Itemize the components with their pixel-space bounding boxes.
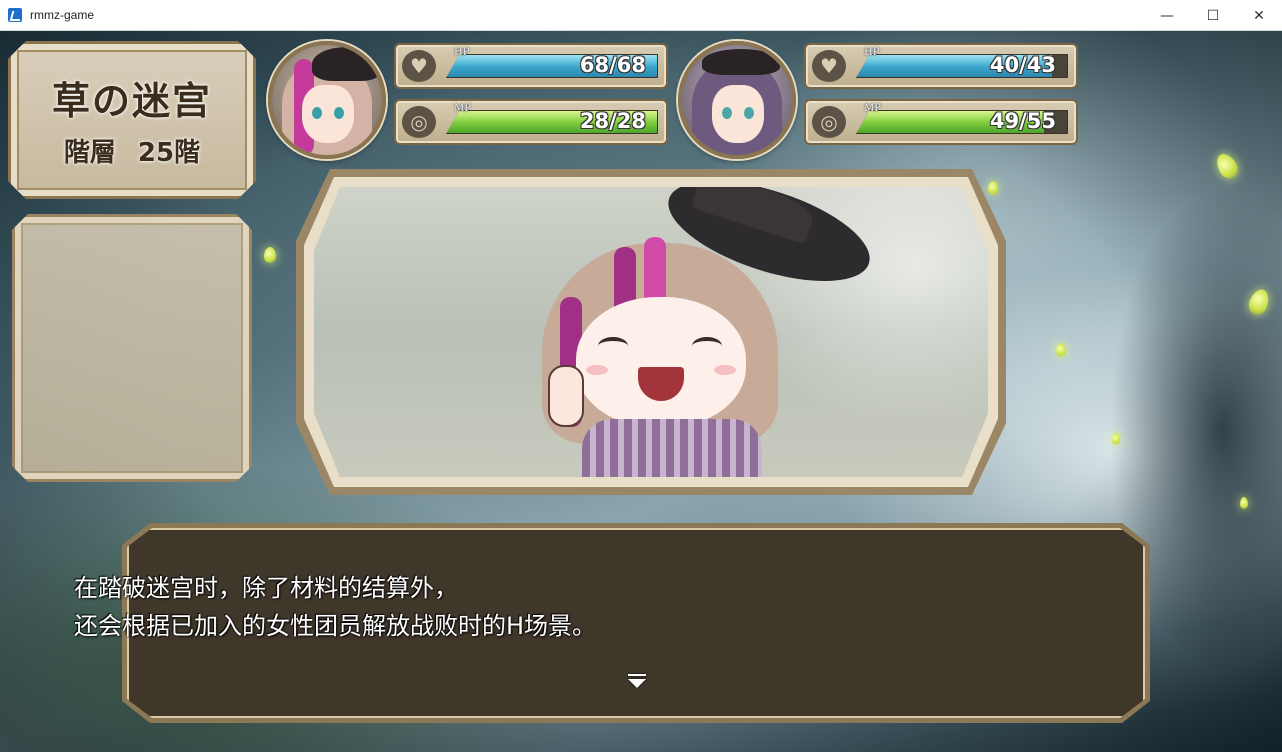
chibi-blush: [586, 365, 608, 375]
portrait-eye: [312, 107, 322, 119]
chibi-thumbs-up: [548, 365, 584, 427]
party-member-2-portrait: [678, 41, 796, 159]
spiral-icon: ◎: [812, 106, 846, 138]
portrait-face: [712, 85, 764, 143]
event-picture: [314, 187, 988, 477]
mp-label: MP: [864, 103, 881, 114]
heart-icon: ♥: [402, 50, 436, 82]
floor-label: 階層: [63, 138, 116, 168]
game-viewport[interactable]: 草の迷宫 階層 25階 ♥ HP 68/68 ◎ MP 28/28 ♥ HP 4…: [0, 31, 1282, 752]
side-info-panel: [12, 214, 252, 482]
portrait-hat: [312, 47, 382, 81]
chibi-eye: [598, 337, 628, 355]
portrait-eye: [744, 107, 754, 119]
window-title: rmmz-game: [30, 8, 95, 22]
floating-leaf: [1240, 497, 1248, 509]
floor-indicator: 階層 25階: [11, 132, 253, 169]
heart-icon: ♥: [812, 50, 846, 82]
mp-value: 49/55: [989, 109, 1056, 133]
hp-label: HP: [864, 47, 880, 58]
mp-label: MP: [454, 103, 471, 114]
portrait-eye: [334, 107, 344, 119]
chibi-eye: [692, 337, 722, 355]
party-member-1-portrait: [268, 41, 386, 159]
maximize-button[interactable]: ☐: [1190, 0, 1236, 31]
hp-label: HP: [454, 47, 470, 58]
floor-value: 25階: [137, 138, 201, 168]
event-picture-frame: [296, 169, 1006, 495]
window-titlebar: rmmz-game — ☐ ✕: [0, 0, 1282, 31]
minimize-button[interactable]: —: [1144, 0, 1190, 31]
message-continue-arrow-icon[interactable]: [628, 674, 646, 688]
location-panel: 草の迷宫 階層 25階: [8, 41, 256, 199]
floating-leaf: [1056, 343, 1066, 357]
close-button[interactable]: ✕: [1236, 0, 1282, 31]
floating-leaf: [264, 247, 276, 263]
mp-value: 28/28: [579, 109, 646, 133]
chibi-blush: [714, 365, 736, 375]
portrait-headdress: [702, 49, 780, 75]
app-icon: [8, 8, 22, 22]
floating-leaf: [1112, 433, 1120, 445]
window-controls: — ☐ ✕: [1144, 0, 1282, 31]
hp-value: 40/43: [989, 53, 1056, 77]
message-line-2: 还会根据已加入的女性团员解放战败时的H场景。: [74, 612, 597, 640]
chibi-body: [582, 419, 762, 477]
location-name: 草の迷宫: [51, 79, 212, 123]
hp-value: 68/68: [579, 53, 646, 77]
party-member-2-hp-bar: ♥ HP 40/43: [804, 43, 1078, 89]
chibi-face: [576, 297, 746, 427]
party-member-1-mp-bar: ◎ MP 28/28: [394, 99, 668, 145]
message-line-1: 在踏破迷宫时，除了材料的结算外，: [74, 574, 458, 602]
picture-frame-border: [304, 177, 998, 487]
spiral-icon: ◎: [402, 106, 436, 138]
floating-leaf: [988, 181, 998, 195]
portrait-face: [302, 85, 354, 143]
portrait-eye: [722, 107, 732, 119]
party-member-1-hp-bar: ♥ HP 68/68: [394, 43, 668, 89]
party-member-2-mp-bar: ◎ MP 49/55: [804, 99, 1078, 145]
